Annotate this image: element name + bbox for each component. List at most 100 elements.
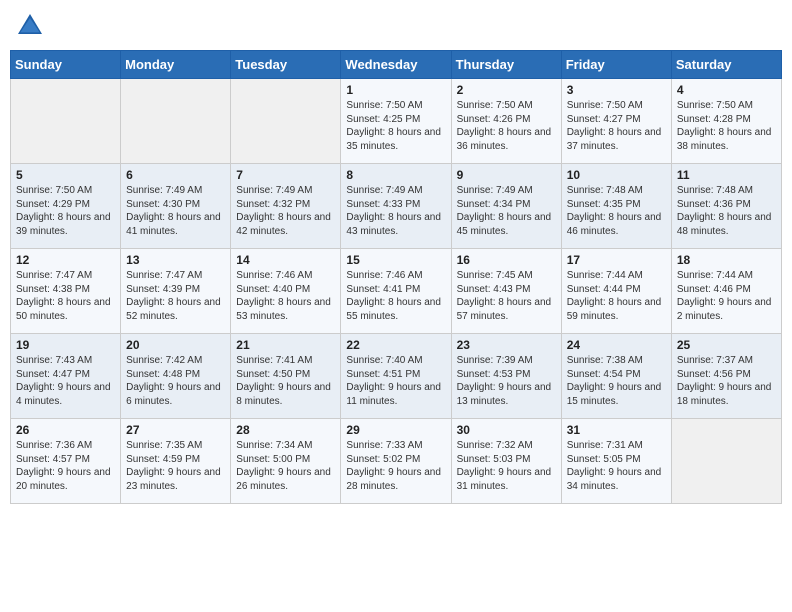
day-number: 13	[126, 253, 225, 267]
day-number: 22	[346, 338, 445, 352]
empty-cell	[11, 79, 121, 164]
day-info: Sunrise: 7:32 AM Sunset: 5:03 PM Dayligh…	[457, 439, 556, 493]
day-cell-20: 20 Sunrise: 7:42 AM Sunset: 4:48 PM Dayli…	[121, 334, 231, 419]
day-cell-6: 6 Sunrise: 7:49 AM Sunset: 4:30 PM Daylig…	[121, 164, 231, 249]
day-number: 6	[126, 168, 225, 182]
day-cell-28: 28 Sunrise: 7:34 AM Sunset: 5:00 PM Dayli…	[231, 419, 341, 504]
empty-cell	[121, 79, 231, 164]
day-number: 3	[567, 83, 666, 97]
day-cell-27: 27 Sunrise: 7:35 AM Sunset: 4:59 PM Dayli…	[121, 419, 231, 504]
day-number: 25	[677, 338, 776, 352]
day-info: Sunrise: 7:44 AM Sunset: 4:44 PM Dayligh…	[567, 269, 666, 323]
day-info: Sunrise: 7:35 AM Sunset: 4:59 PM Dayligh…	[126, 439, 225, 493]
calendar-table: SundayMondayTuesdayWednesdayThursdayFrid…	[10, 50, 782, 504]
day-number: 7	[236, 168, 335, 182]
header-monday: Monday	[121, 51, 231, 79]
day-info: Sunrise: 7:34 AM Sunset: 5:00 PM Dayligh…	[236, 439, 335, 493]
week-row-4: 19Sunrise: 7:43 AM Sunset: 4:47 PM Dayli…	[11, 334, 782, 419]
day-info: Sunrise: 7:47 AM Sunset: 4:38 PM Dayligh…	[16, 269, 115, 323]
day-number: 19	[16, 338, 115, 352]
day-number: 9	[457, 168, 556, 182]
day-number: 5	[16, 168, 115, 182]
day-cell-1: 1 Sunrise: 7:50 AM Sunset: 4:25 PM Daylig…	[341, 79, 451, 164]
day-cell-16: 16Sunrise: 7:45 AM Sunset: 4:43 PM Dayli…	[451, 249, 561, 334]
day-cell-7: 7 Sunrise: 7:49 AM Sunset: 4:32 PM Daylig…	[231, 164, 341, 249]
day-info: Sunrise: 7:50 AM Sunset: 4:27 PM Dayligh…	[567, 99, 666, 153]
days-header-row: SundayMondayTuesdayWednesdayThursdayFrid…	[11, 51, 782, 79]
day-info: Sunrise: 7:33 AM Sunset: 5:02 PM Dayligh…	[346, 439, 445, 493]
day-number: 15	[346, 253, 445, 267]
day-info: Sunrise: 7:31 AM Sunset: 5:05 PM Dayligh…	[567, 439, 666, 493]
day-info: Sunrise: 7:49 AM Sunset: 4:34 PM Dayligh…	[457, 184, 556, 238]
empty-cell	[231, 79, 341, 164]
page-header	[10, 10, 782, 42]
day-number: 31	[567, 423, 666, 437]
day-cell-13: 13Sunrise: 7:47 AM Sunset: 4:39 PM Dayli…	[121, 249, 231, 334]
day-number: 18	[677, 253, 776, 267]
week-row-1: 1 Sunrise: 7:50 AM Sunset: 4:25 PM Daylig…	[11, 79, 782, 164]
day-info: Sunrise: 7:50 AM Sunset: 4:28 PM Dayligh…	[677, 99, 776, 153]
empty-cell	[671, 419, 781, 504]
header-saturday: Saturday	[671, 51, 781, 79]
day-cell-3: 3 Sunrise: 7:50 AM Sunset: 4:27 PM Daylig…	[561, 79, 671, 164]
day-cell-15: 15 Sunrise: 7:46 AM Sunset: 4:41 PM Dayli…	[341, 249, 451, 334]
day-info: Sunrise: 7:49 AM Sunset: 4:33 PM Dayligh…	[346, 184, 445, 238]
day-cell-11: 11 Sunrise: 7:48 AM Sunset: 4:36 PM Dayli…	[671, 164, 781, 249]
day-cell-18: 18 Sunrise: 7:44 AM Sunset: 4:46 PM Dayli…	[671, 249, 781, 334]
day-cell-21: 21Sunrise: 7:41 AM Sunset: 4:50 PM Dayli…	[231, 334, 341, 419]
day-cell-26: 26 Sunrise: 7:36 AM Sunset: 4:57 PM Dayli…	[11, 419, 121, 504]
day-number: 17	[567, 253, 666, 267]
header-wednesday: Wednesday	[341, 51, 451, 79]
day-number: 26	[16, 423, 115, 437]
day-number: 14	[236, 253, 335, 267]
day-number: 10	[567, 168, 666, 182]
day-info: Sunrise: 7:40 AM Sunset: 4:51 PM Dayligh…	[346, 354, 445, 408]
day-info: Sunrise: 7:42 AM Sunset: 4:48 PM Dayligh…	[126, 354, 225, 408]
header-tuesday: Tuesday	[231, 51, 341, 79]
day-cell-30: 30Sunrise: 7:32 AM Sunset: 5:03 PM Dayli…	[451, 419, 561, 504]
day-info: Sunrise: 7:50 AM Sunset: 4:29 PM Dayligh…	[16, 184, 115, 238]
week-row-2: 5 Sunrise: 7:50 AM Sunset: 4:29 PM Daylig…	[11, 164, 782, 249]
day-cell-4: 4 Sunrise: 7:50 AM Sunset: 4:28 PM Daylig…	[671, 79, 781, 164]
day-info: Sunrise: 7:50 AM Sunset: 4:26 PM Dayligh…	[457, 99, 556, 153]
day-number: 11	[677, 168, 776, 182]
day-cell-24: 24 Sunrise: 7:38 AM Sunset: 4:54 PM Dayli…	[561, 334, 671, 419]
day-info: Sunrise: 7:48 AM Sunset: 4:35 PM Dayligh…	[567, 184, 666, 238]
day-info: Sunrise: 7:38 AM Sunset: 4:54 PM Dayligh…	[567, 354, 666, 408]
day-info: Sunrise: 7:46 AM Sunset: 4:41 PM Dayligh…	[346, 269, 445, 323]
day-number: 1	[346, 83, 445, 97]
day-number: 27	[126, 423, 225, 437]
logo	[14, 10, 50, 42]
day-number: 21	[236, 338, 335, 352]
day-number: 28	[236, 423, 335, 437]
header-thursday: Thursday	[451, 51, 561, 79]
day-info: Sunrise: 7:39 AM Sunset: 4:53 PM Dayligh…	[457, 354, 556, 408]
day-info: Sunrise: 7:46 AM Sunset: 4:40 PM Dayligh…	[236, 269, 335, 323]
day-number: 8	[346, 168, 445, 182]
day-info: Sunrise: 7:50 AM Sunset: 4:25 PM Dayligh…	[346, 99, 445, 153]
day-cell-25: 25 Sunrise: 7:37 AM Sunset: 4:56 PM Dayli…	[671, 334, 781, 419]
week-row-3: 12Sunrise: 7:47 AM Sunset: 4:38 PM Dayli…	[11, 249, 782, 334]
day-info: Sunrise: 7:49 AM Sunset: 4:30 PM Dayligh…	[126, 184, 225, 238]
day-cell-5: 5 Sunrise: 7:50 AM Sunset: 4:29 PM Daylig…	[11, 164, 121, 249]
day-number: 20	[126, 338, 225, 352]
day-cell-22: 22 Sunrise: 7:40 AM Sunset: 4:51 PM Dayli…	[341, 334, 451, 419]
day-number: 24	[567, 338, 666, 352]
week-row-5: 26 Sunrise: 7:36 AM Sunset: 4:57 PM Dayli…	[11, 419, 782, 504]
day-info: Sunrise: 7:37 AM Sunset: 4:56 PM Dayligh…	[677, 354, 776, 408]
day-info: Sunrise: 7:49 AM Sunset: 4:32 PM Dayligh…	[236, 184, 335, 238]
day-info: Sunrise: 7:36 AM Sunset: 4:57 PM Dayligh…	[16, 439, 115, 493]
day-number: 2	[457, 83, 556, 97]
day-number: 29	[346, 423, 445, 437]
day-cell-12: 12Sunrise: 7:47 AM Sunset: 4:38 PM Dayli…	[11, 249, 121, 334]
day-number: 4	[677, 83, 776, 97]
day-info: Sunrise: 7:48 AM Sunset: 4:36 PM Dayligh…	[677, 184, 776, 238]
day-cell-9: 9 Sunrise: 7:49 AM Sunset: 4:34 PM Daylig…	[451, 164, 561, 249]
day-number: 23	[457, 338, 556, 352]
day-cell-17: 17 Sunrise: 7:44 AM Sunset: 4:44 PM Dayli…	[561, 249, 671, 334]
day-info: Sunrise: 7:45 AM Sunset: 4:43 PM Dayligh…	[457, 269, 556, 323]
day-cell-31: 31 Sunrise: 7:31 AM Sunset: 5:05 PM Dayli…	[561, 419, 671, 504]
logo-icon	[14, 10, 46, 42]
day-info: Sunrise: 7:44 AM Sunset: 4:46 PM Dayligh…	[677, 269, 776, 323]
day-cell-23: 23 Sunrise: 7:39 AM Sunset: 4:53 PM Dayli…	[451, 334, 561, 419]
